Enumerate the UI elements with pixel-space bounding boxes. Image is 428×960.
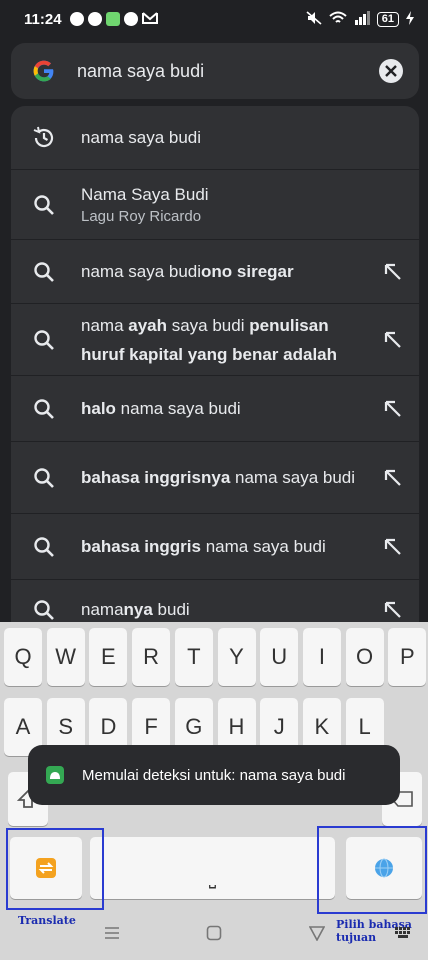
search-bar[interactable]: nama saya budi xyxy=(11,43,419,99)
suggestion-part: nama saya budi xyxy=(81,262,202,281)
suggestion-part: nama saya budi xyxy=(200,537,326,556)
key-w[interactable]: W xyxy=(46,628,85,686)
suggestion-part: nama saya budi xyxy=(81,128,202,147)
suggestion-bold-part: ono siregar xyxy=(201,262,294,281)
suggestion-item[interactable]: bahasa inggrisnya nama saya budi xyxy=(11,442,419,514)
suggestion-item[interactable]: namanya budi xyxy=(11,580,419,626)
suggestion-bold-part: bahasa inggris xyxy=(81,537,201,556)
suggestion-list: nama saya budi Nama Saya Budi Lagu Roy Ric… xyxy=(11,106,419,626)
fill-query-arrow-icon[interactable] xyxy=(381,263,405,281)
key-e[interactable]: E xyxy=(89,628,128,686)
mute-icon xyxy=(306,10,322,28)
clear-search-button[interactable] xyxy=(379,59,403,83)
suggestion-text: bahasa inggrisnya nama saya budi xyxy=(81,463,371,492)
search-input[interactable]: nama saya budi xyxy=(77,61,379,82)
toast-notification: Memulai deteksi untuk: nama saya budi xyxy=(28,745,400,805)
suggestion-text: Nama Saya Budi Lagu Roy Ricardo xyxy=(81,183,405,227)
charging-icon xyxy=(406,10,414,28)
notification-icons xyxy=(69,11,158,28)
suggestion-part: nama saya budi xyxy=(115,399,241,418)
suggestion-text: bahasa inggris nama saya budi xyxy=(81,532,371,561)
suggestion-text: nama ayah saya budi penulisan huruf kapi… xyxy=(81,311,371,369)
suggestion-item[interactable]: nama saya budi xyxy=(11,106,419,170)
suggestion-item[interactable]: bahasa inggris nama saya budi xyxy=(11,514,419,580)
suggestion-item[interactable]: Nama Saya Budi Lagu Roy Ricardo xyxy=(11,170,419,240)
suggestion-item[interactable]: halo nama saya budi xyxy=(11,376,419,442)
search-icon xyxy=(31,261,57,283)
suggestion-text: nama saya budiono siregar xyxy=(81,257,371,286)
fill-query-arrow-icon[interactable] xyxy=(381,469,405,487)
fill-query-arrow-icon[interactable] xyxy=(381,331,405,349)
key-p[interactable]: P xyxy=(388,628,427,686)
signal-icon xyxy=(354,10,370,28)
history-icon xyxy=(31,126,57,150)
recent-apps-icon[interactable] xyxy=(104,926,120,945)
toast-message: Memulai deteksi untuk: nama saya budi xyxy=(82,766,346,784)
wifi-icon xyxy=(329,11,347,28)
suggestion-item[interactable]: nama ayah saya budi penulisan huruf kapi… xyxy=(11,304,419,376)
gmail-icon xyxy=(141,11,158,28)
status-bar: 11:24 61 xyxy=(0,0,428,38)
github-icon xyxy=(123,12,138,26)
shopping-bag-icon xyxy=(87,12,102,26)
whatsapp-icon xyxy=(69,12,84,26)
suggestion-part: nama xyxy=(81,600,124,619)
google-logo-icon xyxy=(31,58,57,84)
language-annotation-box xyxy=(317,826,427,914)
search-icon xyxy=(31,329,57,351)
suggestion-subtitle: Lagu Roy Ricardo xyxy=(81,207,202,225)
fill-query-arrow-icon[interactable] xyxy=(381,601,405,619)
app-notification-icon xyxy=(105,12,120,26)
key-i[interactable]: I xyxy=(302,628,341,686)
close-icon xyxy=(385,65,397,77)
space-label: ⎵ xyxy=(208,867,217,888)
search-icon xyxy=(31,194,57,216)
translate-annotation-box xyxy=(6,828,104,910)
search-icon xyxy=(31,398,57,420)
keyboard-toggle-icon[interactable] xyxy=(394,926,412,945)
search-icon xyxy=(31,599,57,621)
suggestion-bold-part: nya xyxy=(123,600,153,619)
suggestion-bold-part: halo xyxy=(81,399,116,418)
battery-indicator: 61 xyxy=(376,11,399,27)
home-icon[interactable] xyxy=(206,925,222,946)
suggestion-part: budi xyxy=(152,600,190,619)
key-u[interactable]: U xyxy=(260,628,299,686)
search-icon xyxy=(31,536,57,558)
search-icon xyxy=(31,467,57,489)
suggestion-part: nama xyxy=(81,315,129,335)
key-t[interactable]: T xyxy=(174,628,213,686)
key-r[interactable]: R xyxy=(132,628,171,686)
system-icons: 61 xyxy=(306,10,414,28)
android-icon xyxy=(46,766,64,784)
status-time: 11:24 xyxy=(24,10,62,28)
navigation-bar xyxy=(0,920,428,950)
suggestion-text: halo nama saya budi xyxy=(81,394,371,423)
suggestion-part: saya budi xyxy=(167,315,250,335)
suggestion-item[interactable]: nama saya budiono siregar xyxy=(11,240,419,304)
suggestion-bold-part: ayah xyxy=(128,315,167,335)
suggestion-part: nama saya budi xyxy=(230,468,356,487)
fill-query-arrow-icon[interactable] xyxy=(381,538,405,556)
suggestion-title: Nama Saya Budi xyxy=(81,184,209,204)
suggestion-bold-part: bahasa inggrisnya xyxy=(81,468,231,487)
key-q[interactable]: Q xyxy=(4,628,42,686)
key-y[interactable]: Y xyxy=(217,628,256,686)
suggestion-text: nama saya budi xyxy=(81,123,405,152)
back-icon[interactable] xyxy=(308,925,326,946)
space-bar[interactable]: ⎵ xyxy=(90,837,335,899)
key-o[interactable]: O xyxy=(345,628,384,686)
fill-query-arrow-icon[interactable] xyxy=(381,400,405,418)
suggestion-text: namanya budi xyxy=(81,595,371,624)
